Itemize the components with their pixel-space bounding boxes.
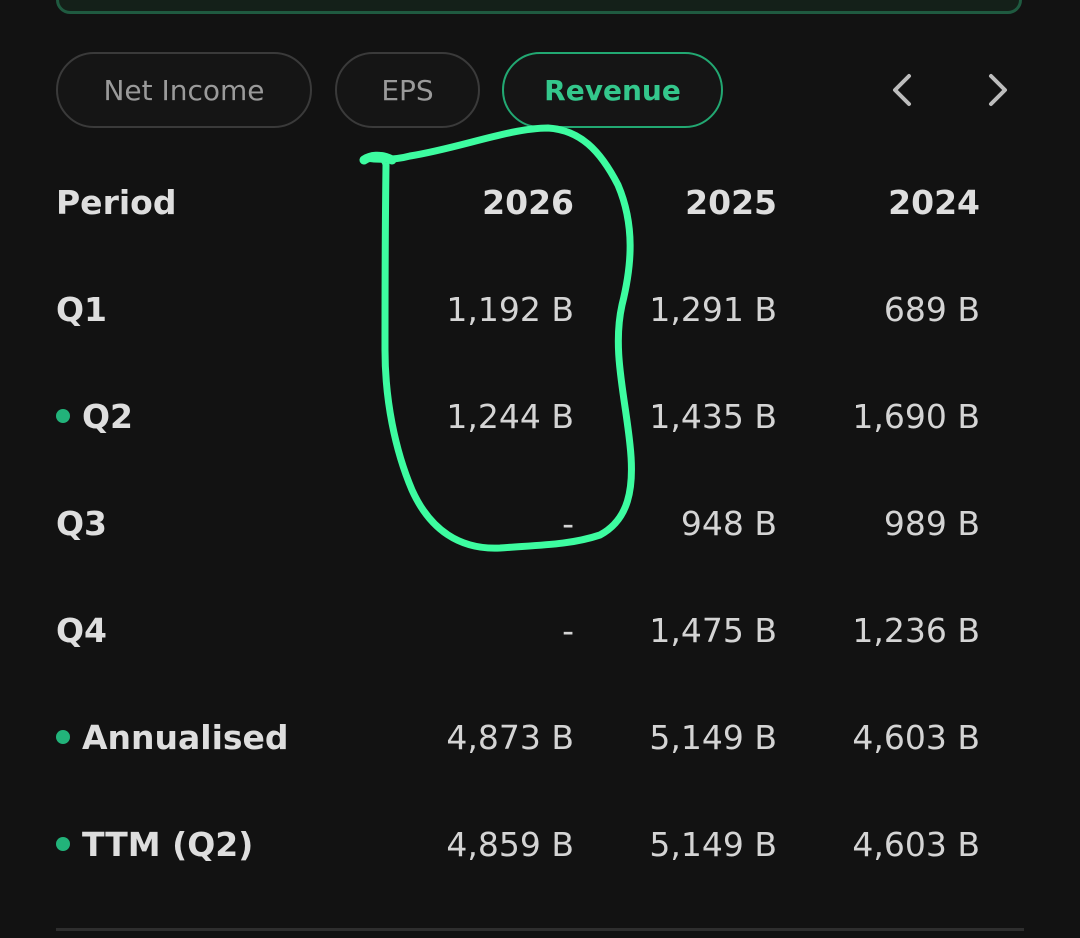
hand-drawn-highlight [359,124,635,552]
